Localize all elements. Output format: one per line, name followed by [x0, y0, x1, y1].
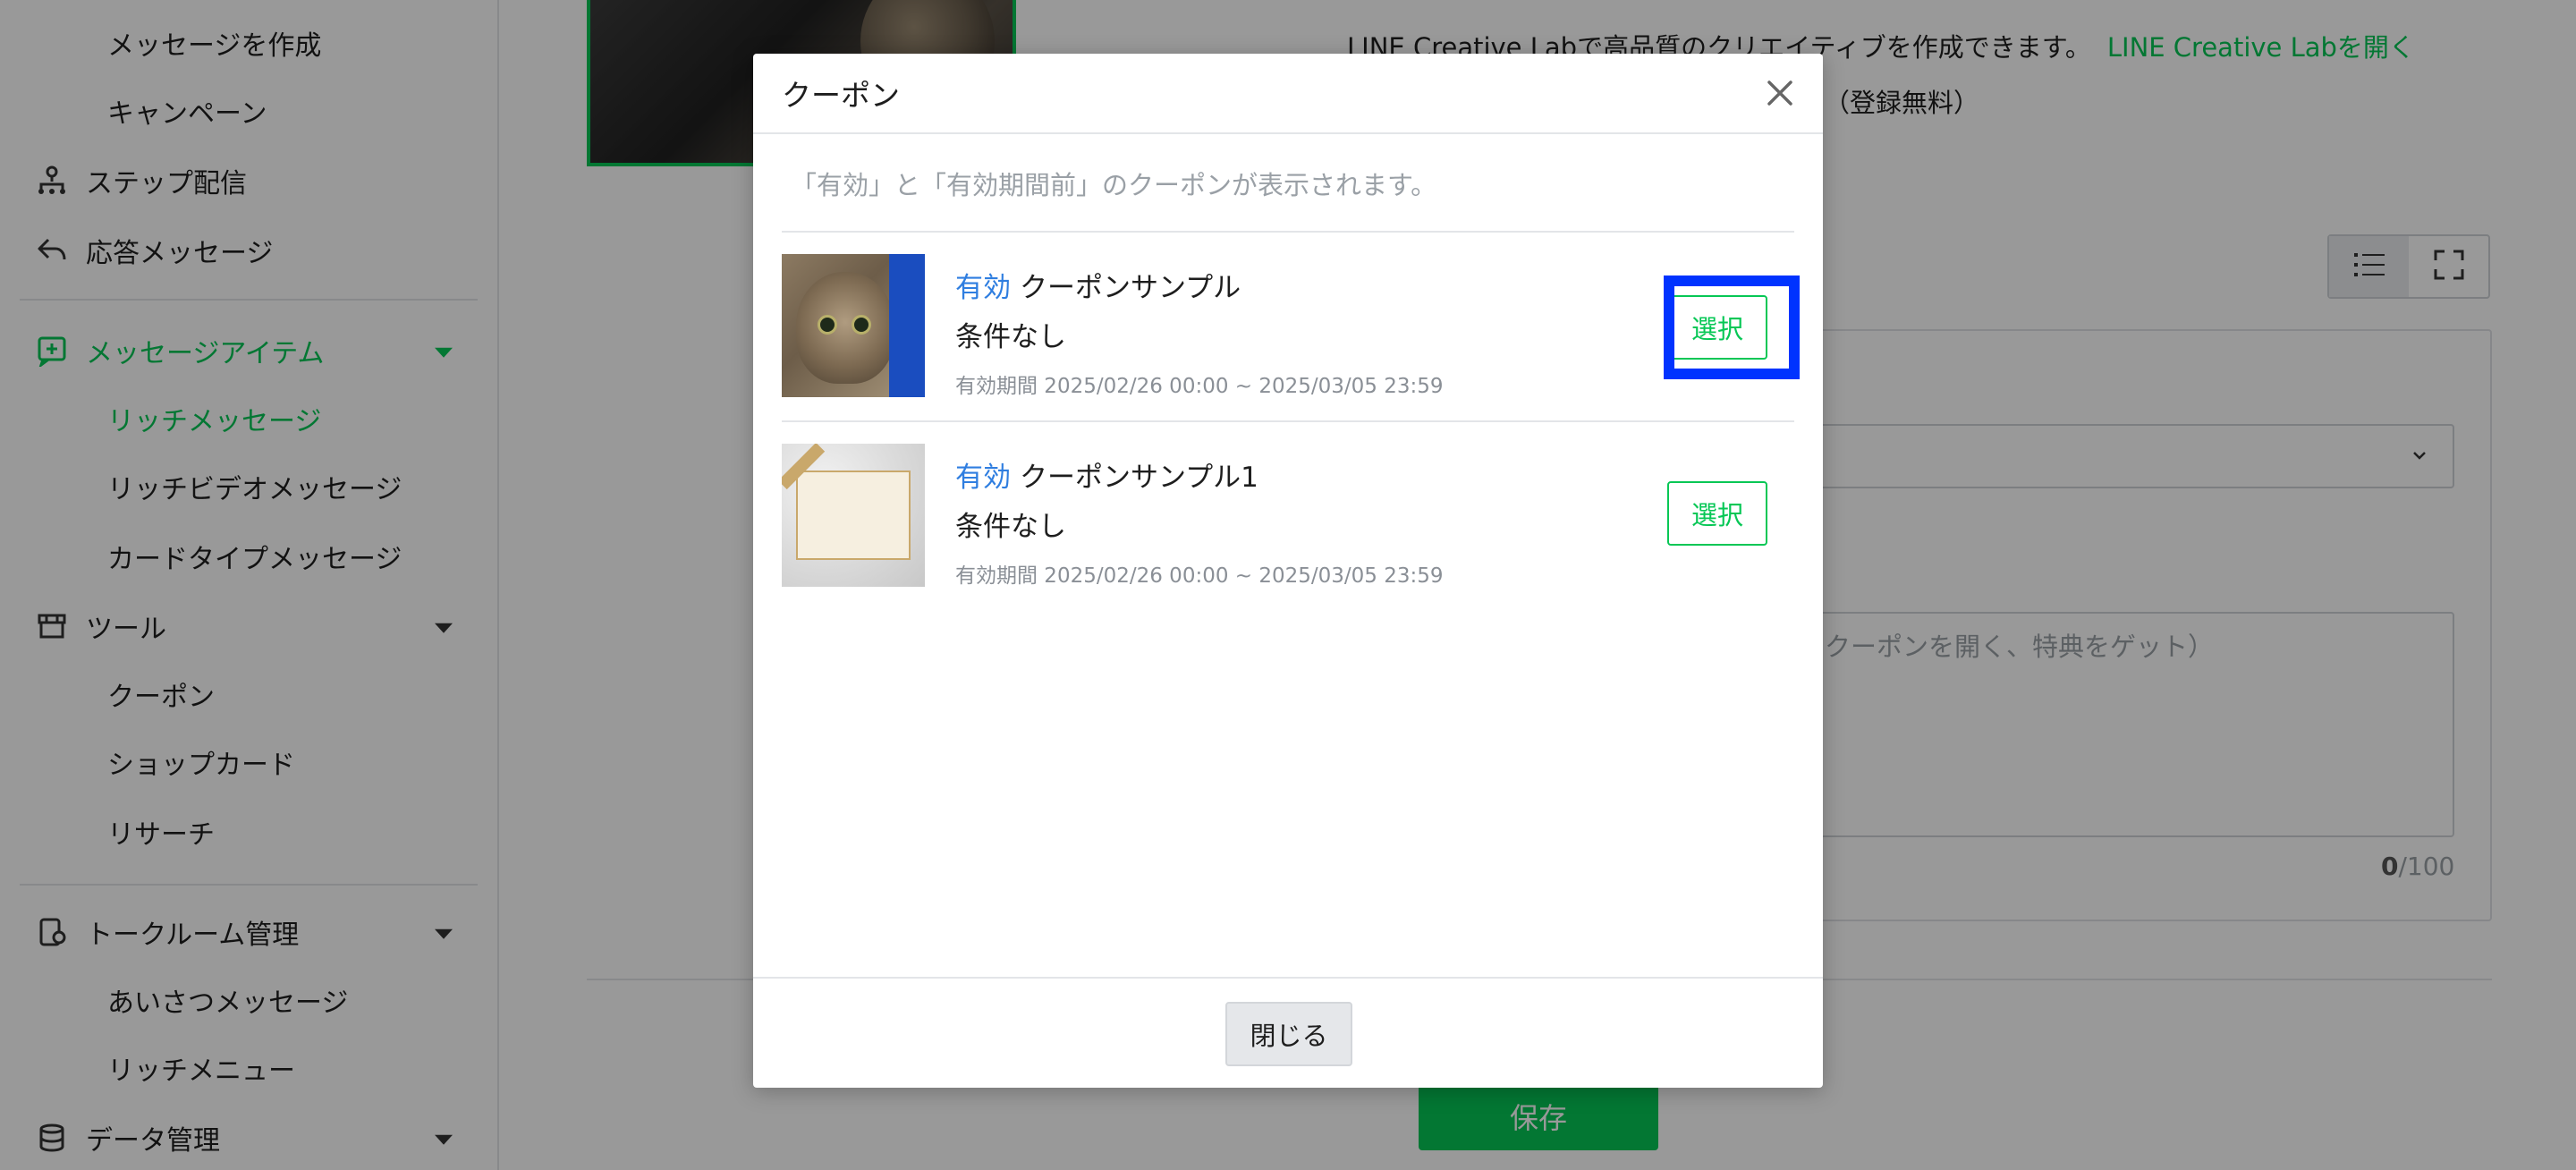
selection-highlight: [1664, 276, 1800, 379]
close-button[interactable]: 閉じる: [1225, 1002, 1352, 1066]
select-coupon-button[interactable]: 選択: [1667, 481, 1767, 546]
coupon-thumbnail: [782, 254, 925, 397]
close-icon[interactable]: [1762, 75, 1798, 111]
coupon-name: クーポンサンプル1: [1020, 462, 1258, 494]
coupon-list-note: 「有効」と「有効期間前」のクーポンが表示されます。: [791, 170, 1437, 200]
status-badge: 有効: [955, 272, 1011, 304]
modal-header: クーポン: [753, 54, 1823, 134]
coupon-info: 有効 クーポンサンプル1 条件なし 有効期間 2025/02/26 00:00 ~…: [955, 454, 1444, 589]
coupon-info: 有効 クーポンサンプル 条件なし 有効期間 2025/02/26 00:00 ~ …: [955, 265, 1444, 399]
modal-title: クーポン: [782, 78, 900, 113]
status-badge: 有効: [955, 462, 1011, 494]
modal-footer: 閉じる: [753, 977, 1823, 1088]
coupon-condition: 条件なし: [955, 321, 1066, 353]
coupon-modal: クーポン 「有効」と「有効期間前」のクーポンが表示されます。 有効 クーポンサンプ…: [753, 54, 1823, 1088]
coupon-title: 有効 クーポンサンプル1: [955, 454, 1444, 495]
coupon-title: 有効 クーポンサンプル: [955, 265, 1444, 305]
coupon-list-item: 有効 クーポンサンプル 条件なし 有効期間 2025/02/26 00:00 ~ …: [782, 233, 1794, 420]
coupon-period: 有効期間 2025/02/26 00:00 ~ 2025/03/05 23:59: [955, 375, 1444, 398]
coupon-condition: 条件なし: [955, 511, 1066, 543]
app-root: メッセージを作成 キャンペーン ステップ配信 応答メッセージ メッセージアイテム…: [0, 0, 2576, 1170]
coupon-thumbnail: [782, 444, 925, 587]
coupon-period: 有効期間 2025/02/26 00:00 ~ 2025/03/05 23:59: [955, 564, 1444, 588]
coupon-list-item: 有効 クーポンサンプル1 条件なし 有効期間 2025/02/26 00:00 ~…: [782, 422, 1794, 610]
coupon-name: クーポンサンプル: [1020, 272, 1241, 304]
